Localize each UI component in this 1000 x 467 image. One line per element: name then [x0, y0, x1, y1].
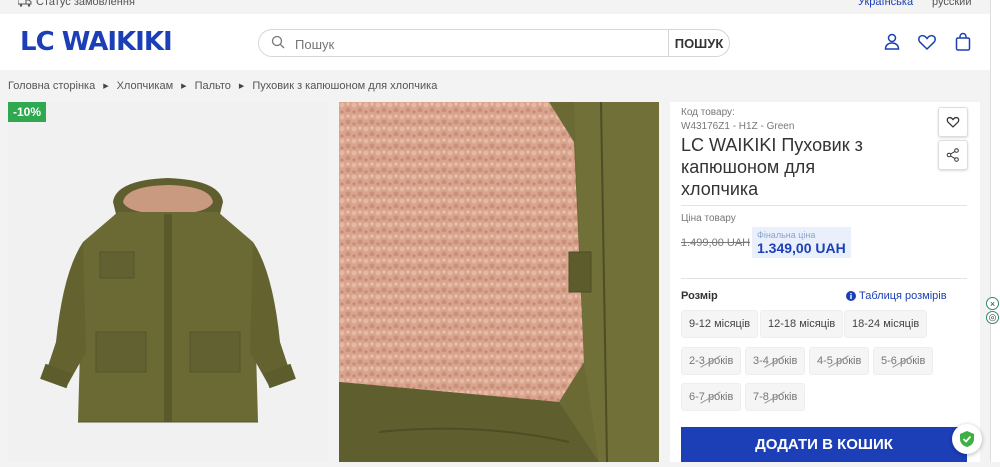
- breadcrumb-separator-icon: ▶: [238, 83, 245, 90]
- search-icon: [271, 35, 285, 49]
- breadcrumb-current: Пуховик з капюшоном для хлопчика: [252, 80, 438, 92]
- site-header: LC WAIKIKI ПОШУК: [0, 14, 990, 70]
- truck-icon: [18, 0, 32, 7]
- size-table-link[interactable]: Таблиця розмірів: [846, 290, 947, 302]
- info-icon: [846, 291, 856, 301]
- product-code-value: W43176Z1 - H1Z - Green: [681, 121, 795, 132]
- size-table-label: Таблиця розмірів: [859, 290, 947, 302]
- product-image-front[interactable]: [8, 102, 328, 462]
- product-image-detail[interactable]: [339, 102, 659, 462]
- size-option-unavailable[interactable]: 7-8 років: [745, 383, 806, 411]
- breadcrumb-boys[interactable]: Хлопчикам: [117, 80, 174, 92]
- lang-russian[interactable]: русский: [932, 0, 971, 8]
- search-button[interactable]: ПОШУК: [668, 30, 729, 56]
- order-status-link[interactable]: Статус замовлення: [18, 0, 135, 8]
- breadcrumb-home[interactable]: Головна сторінка: [8, 80, 95, 92]
- share-icon: [946, 148, 959, 162]
- size-option-unavailable[interactable]: 2-3 років: [681, 347, 742, 375]
- final-price-box: Фінальна ціна 1.349,00 UAH: [752, 227, 851, 258]
- brand-logo[interactable]: LC WAIKIKI: [20, 27, 173, 57]
- divider: [681, 278, 967, 279]
- toggle-icon[interactable]: ◎: [986, 311, 999, 324]
- bag-icon[interactable]: [953, 32, 973, 52]
- breadcrumb-coats[interactable]: Пальто: [195, 80, 231, 92]
- product-title: LC WAIKIKI Пуховик з капюшоном для хлопч…: [681, 135, 863, 199]
- breadcrumb-separator-icon: ▶: [181, 83, 187, 90]
- add-to-cart-button[interactable]: ДОДАТИ В КОШИК: [681, 427, 967, 462]
- search-bar: ПОШУК: [258, 29, 730, 57]
- coat-front-image: [8, 102, 328, 462]
- share-button[interactable]: [938, 140, 968, 170]
- search-input[interactable]: [293, 34, 627, 54]
- product-info-panel: Код товару: W43176Z1 - H1Z - Green LC WA…: [670, 102, 980, 462]
- heart-icon[interactable]: [917, 32, 937, 52]
- size-option[interactable]: 9-12 місяців: [681, 310, 759, 338]
- coat-lining-image: [339, 102, 659, 462]
- breadcrumb-separator-icon: ▶: [103, 83, 109, 90]
- final-price-label: Фінальна ціна: [757, 230, 816, 240]
- order-status-label: Статус замовлення: [36, 0, 135, 8]
- size-option[interactable]: 12-18 місяців: [760, 310, 844, 338]
- add-to-favorites-button[interactable]: [938, 107, 968, 137]
- divider: [681, 205, 967, 206]
- size-option[interactable]: 18-24 місяців: [844, 310, 928, 338]
- lang-ukrainian[interactable]: Українська: [858, 0, 913, 8]
- product-code-label: Код товару:: [681, 107, 735, 118]
- size-option-unavailable[interactable]: 3-4 років: [745, 347, 806, 375]
- final-price: 1.349,00 UAH: [757, 240, 846, 256]
- heart-icon: [946, 116, 960, 128]
- user-icon[interactable]: [882, 32, 902, 52]
- shield-check-icon: [960, 431, 974, 447]
- top-bar: Статус замовлення Українська русский: [0, 0, 990, 14]
- size-option-unavailable[interactable]: 5-6 років: [873, 347, 934, 375]
- close-icon[interactable]: ×: [986, 297, 999, 310]
- size-option-unavailable[interactable]: 6-7 років: [681, 383, 742, 411]
- price-label: Ціна товару: [681, 213, 736, 224]
- security-shield-icon[interactable]: [952, 424, 982, 454]
- breadcrumb: Головна сторінка ▶ Хлопчикам ▶ Пальто ▶ …: [8, 80, 437, 92]
- side-gutter: [990, 0, 1000, 462]
- size-label: Розмір: [681, 290, 718, 302]
- discount-badge: -10%: [8, 102, 47, 122]
- old-price: 1.499,00 UAH: [681, 237, 751, 249]
- size-option-unavailable[interactable]: 4-5 років: [809, 347, 870, 375]
